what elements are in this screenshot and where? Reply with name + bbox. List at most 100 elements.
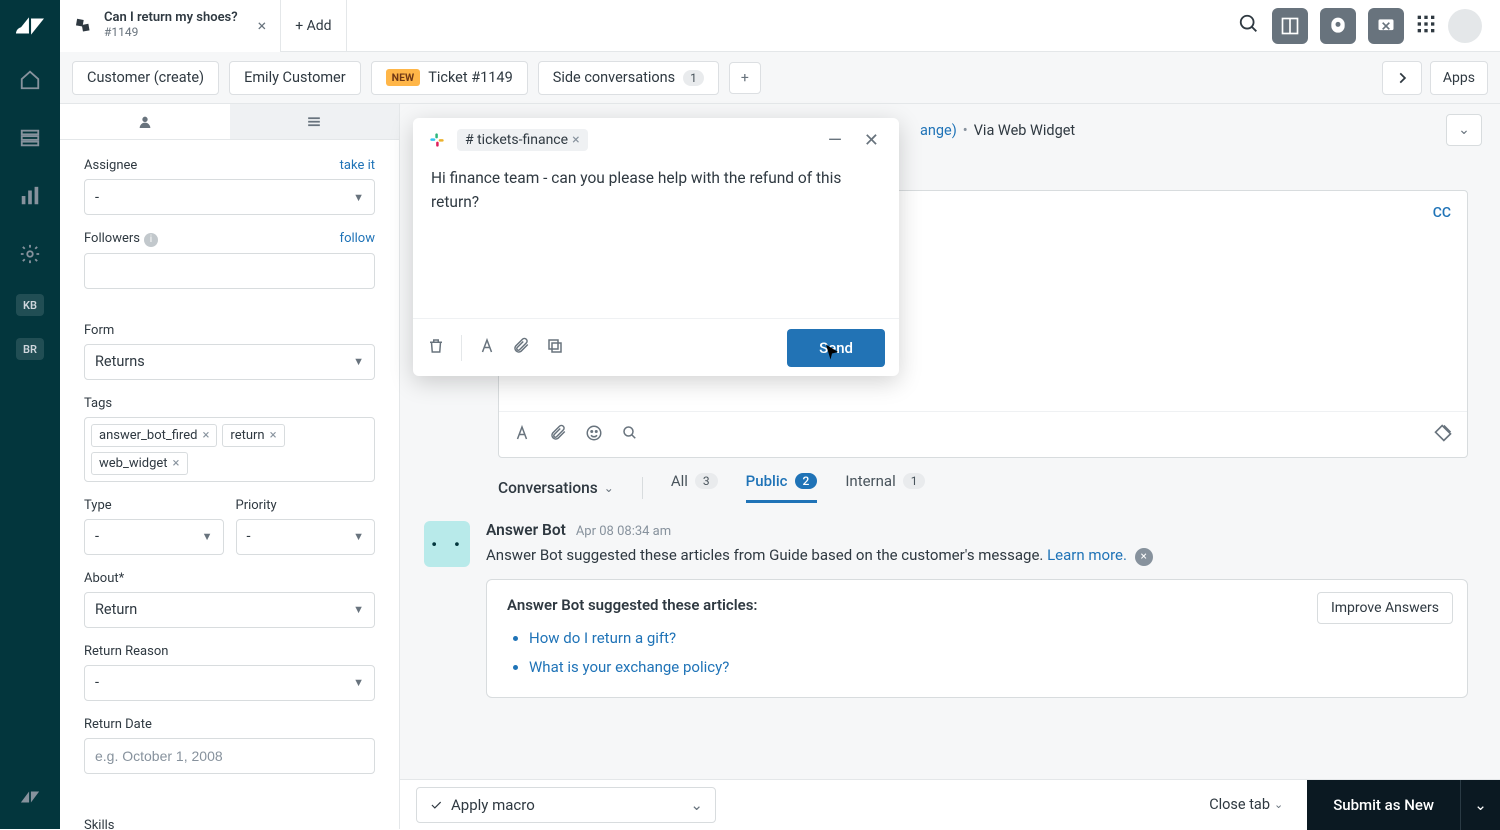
conv-tab-internal[interactable]: Internal1 <box>845 472 925 503</box>
send-button[interactable]: Send <box>787 329 885 367</box>
customer-name-tab[interactable]: Emily Customer <box>229 61 361 95</box>
learn-more-link[interactable]: Learn more. <box>1047 546 1127 564</box>
search-icon[interactable] <box>1238 13 1260 39</box>
cc-button[interactable]: CC <box>1433 205 1451 221</box>
top-tab-bar: Can I return my shoes? #1149 × + Add <box>60 0 1500 52</box>
home-icon[interactable] <box>12 62 48 98</box>
message-timestamp: Apr 08 08:34 am <box>576 524 671 539</box>
apps-button[interactable]: Apps <box>1430 61 1488 95</box>
bot-avatar: • • <box>424 521 470 567</box>
add-tab[interactable]: + Add <box>281 0 346 52</box>
close-icon[interactable]: ✕ <box>858 130 885 151</box>
conv-tab-all[interactable]: All3 <box>671 472 718 503</box>
priority-select[interactable]: -▼ <box>236 519 376 555</box>
assignee-select[interactable]: -▼ <box>84 179 375 215</box>
remove-tag-icon[interactable]: × <box>173 456 180 471</box>
dismiss-icon[interactable]: × <box>1135 548 1153 566</box>
ticket-footer: Apply macro ⌄ Close tab⌄ Submit as New ⌄ <box>400 779 1500 829</box>
tags-box[interactable]: answer_bot_fired× return× web_widget× <box>84 417 375 482</box>
customer-tab[interactable]: Customer (create) <box>72 61 219 95</box>
via-text: ange)•Via Web Widget <box>920 122 1075 139</box>
change-link-fragment[interactable]: ange) <box>920 122 957 139</box>
message-author: Answer Bot <box>486 521 566 539</box>
expand-panel-button[interactable] <box>1382 61 1422 95</box>
message-text: Answer Bot suggested these articles from… <box>486 543 1468 567</box>
message-item: • • Answer Bot Apr 08 08:34 am Answer Bo… <box>424 521 1468 698</box>
return-reason-select[interactable]: -▼ <box>84 665 375 701</box>
priority-label: Priority <box>236 498 277 513</box>
sideconv-count: 1 <box>683 70 704 86</box>
conversation-tabs: Conversations ⌄ All3 Public2 Internal1 <box>400 458 1500 503</box>
suggested-article-link[interactable]: What is your exchange policy? <box>529 653 1447 682</box>
zendesk-products-icon[interactable] <box>12 779 48 815</box>
suggested-article-link[interactable]: How do I return a gift? <box>529 624 1447 653</box>
br-badge[interactable]: BR <box>16 338 44 360</box>
conversations-dropdown[interactable]: Conversations ⌄ <box>498 479 614 497</box>
submit-dropdown-toggle[interactable]: ⌄ <box>1460 780 1500 830</box>
left-nav: KB BR <box>0 0 60 829</box>
about-label: About* <box>84 571 124 586</box>
add-label: + Add <box>295 18 331 34</box>
profile-avatar[interactable] <box>1448 9 1482 43</box>
ticket-icon <box>74 16 94 36</box>
search-kb-icon[interactable] <box>621 424 639 446</box>
text-format-icon[interactable] <box>513 424 531 446</box>
side-conversations-tab[interactable]: Side conversations 1 <box>538 61 719 95</box>
return-date-input[interactable] <box>84 738 375 774</box>
ticket-subtab[interactable] <box>230 104 400 139</box>
tag-item: web_widget× <box>91 452 188 475</box>
talk-icon[interactable] <box>1320 8 1356 44</box>
info-icon[interactable]: i <box>144 233 158 247</box>
follow-link[interactable]: follow <box>340 231 375 246</box>
remove-channel-icon[interactable]: × <box>572 132 579 148</box>
collapse-button[interactable]: ⌄ <box>1446 114 1482 146</box>
sideconv-label: Side conversations <box>553 69 675 86</box>
submit-button-group: Submit as New ⌄ <box>1307 780 1500 830</box>
close-tab-dropdown[interactable]: Close tab⌄ <box>1209 796 1283 813</box>
submit-button[interactable]: Submit as New <box>1307 796 1460 814</box>
type-select[interactable]: -▼ <box>84 519 224 555</box>
emoji-icon[interactable] <box>585 424 603 446</box>
improve-answers-button[interactable]: Improve Answers <box>1317 592 1453 624</box>
zendesk-logo <box>16 12 44 40</box>
remove-tag-icon[interactable]: × <box>202 428 209 443</box>
ticket-context-tab[interactable]: NEW Ticket #1149 <box>371 61 528 95</box>
views-icon[interactable] <box>12 120 48 156</box>
take-it-link[interactable]: take it <box>340 158 375 173</box>
chat-icon[interactable] <box>1368 8 1404 44</box>
remove-tag-icon[interactable]: × <box>270 428 277 443</box>
form-select[interactable]: Returns▼ <box>84 344 375 380</box>
tab-subtitle: #1149 <box>104 26 238 40</box>
attachment-icon[interactable] <box>512 337 530 359</box>
minimize-icon[interactable]: — <box>822 130 848 151</box>
admin-gear-icon[interactable] <box>12 236 48 272</box>
ticket-tab[interactable]: Can I return my shoes? #1149 × <box>60 0 281 52</box>
return-reason-label: Return Reason <box>84 644 168 659</box>
form-label: Form <box>84 323 114 338</box>
popup-message-body[interactable]: Hi finance team - can you please help wi… <box>413 162 899 318</box>
about-select[interactable]: Return▼ <box>84 592 375 628</box>
tag-item: answer_bot_fired× <box>91 424 217 447</box>
ticket-properties-panel: Assignee take it -▼ Followersi follow Fo… <box>60 104 400 829</box>
close-tab-icon[interactable]: × <box>258 16 267 35</box>
add-context-tab[interactable]: + <box>729 62 761 94</box>
channel-chip[interactable]: # tickets-finance × <box>457 129 588 151</box>
app-grid-icon[interactable] <box>1416 14 1436 38</box>
assignee-label: Assignee <box>84 158 137 173</box>
copy-icon[interactable] <box>546 337 564 359</box>
followers-input[interactable] <box>84 253 375 289</box>
delete-icon[interactable] <box>427 337 445 359</box>
apply-macro-dropdown[interactable]: Apply macro ⌄ <box>416 787 716 823</box>
reporting-icon[interactable] <box>12 178 48 214</box>
kb-badge[interactable]: KB <box>16 294 44 316</box>
channel-name: # tickets-finance <box>465 132 568 148</box>
suggestion-title: Answer Bot suggested these articles: <box>507 596 1447 614</box>
panel-layout-icon[interactable] <box>1272 8 1308 44</box>
text-format-icon[interactable] <box>478 337 496 359</box>
suggested-articles-box: Answer Bot suggested these articles: Imp… <box>486 579 1468 698</box>
knowledge-capture-icon[interactable] <box>1433 423 1453 447</box>
attachment-icon[interactable] <box>549 424 567 446</box>
conv-tab-public[interactable]: Public2 <box>746 472 818 503</box>
skills-label: Skills <box>84 818 115 830</box>
user-subtab[interactable] <box>60 104 230 139</box>
